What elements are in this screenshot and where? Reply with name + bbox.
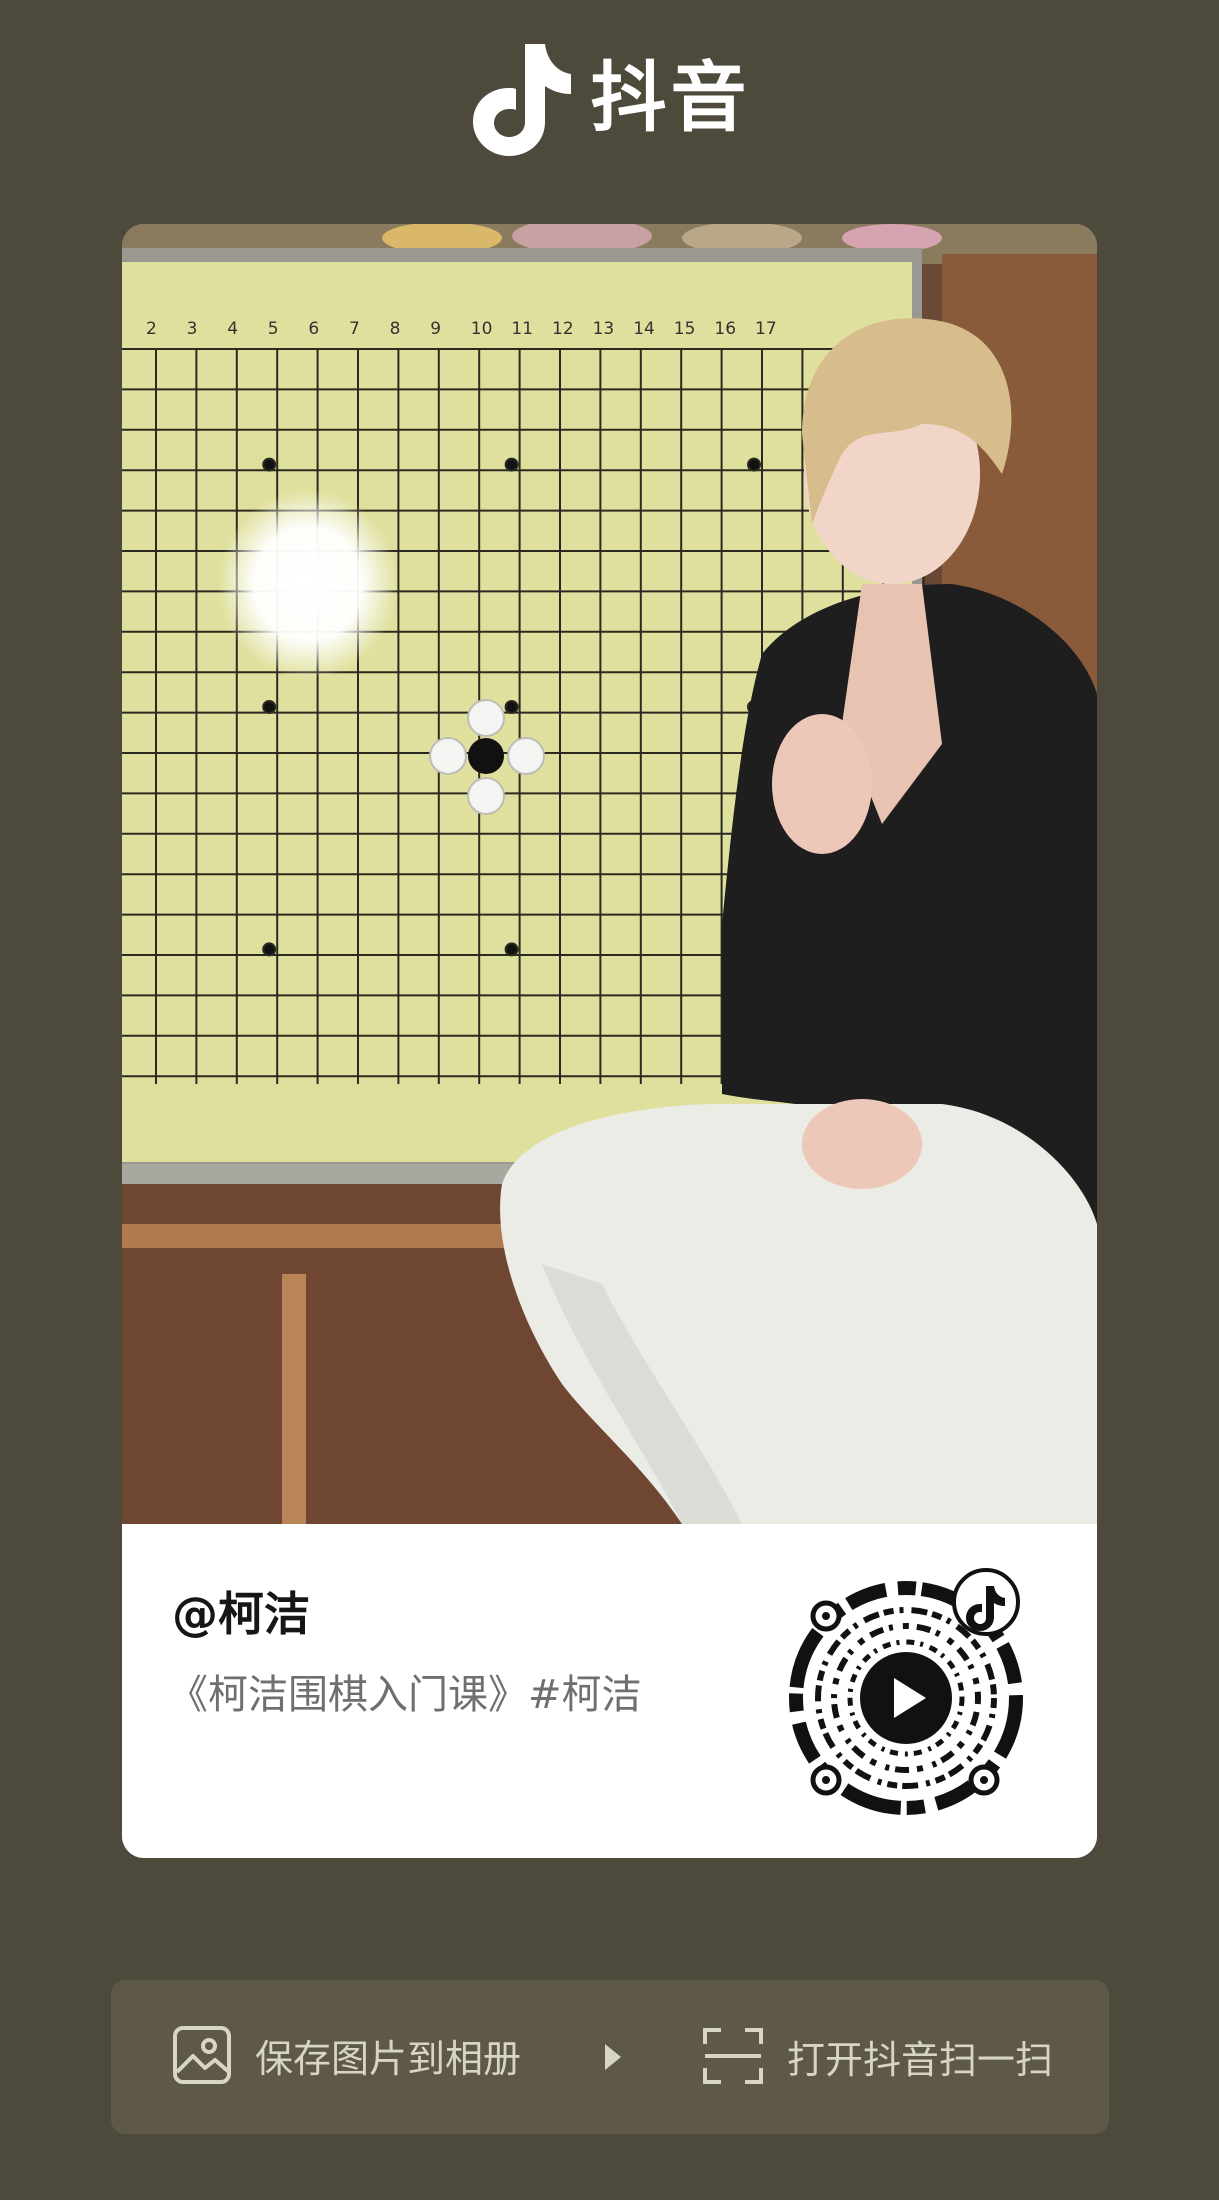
board-number: 5 (268, 319, 279, 339)
board-number: 16 (714, 319, 736, 339)
douyin-qr-code-icon[interactable] (786, 1568, 1036, 1818)
board-number: 11 (511, 319, 533, 339)
image-icon (173, 2026, 231, 2084)
board-number: 12 (552, 319, 574, 339)
brand-name: 抖音 (590, 53, 751, 142)
board-number: 13 (593, 319, 615, 339)
douyin-brand: 抖音 (0, 38, 1219, 158)
save-label: 保存图片到相册 (255, 2036, 522, 2081)
action-bar: 保存图片到相册 打开抖音扫一扫 (111, 1980, 1109, 2134)
save-to-album-button[interactable]: 保存图片到相册 (171, 2024, 521, 2086)
board-number: 17 (755, 319, 777, 339)
author-name[interactable]: @柯洁 (172, 1578, 310, 1644)
board-number: 3 (187, 319, 198, 339)
cover-photo: 2 3 4 5 6 7 8 9 10 11 12 13 14 15 16 17 (122, 224, 1097, 1524)
share-card[interactable]: 2 3 4 5 6 7 8 9 10 11 12 13 14 15 16 17 (122, 224, 1097, 1858)
board-number: 8 (390, 319, 401, 339)
board-number: 14 (633, 319, 655, 339)
scan-label: 打开抖音扫一扫 (787, 2037, 1054, 2082)
share-page: 抖音 2 3 4 5 6 7 8 9 10 11 12 13 14 15 16 17 (0, 0, 1219, 2200)
cover-illustration: 2 3 4 5 6 7 8 9 10 11 12 13 14 15 16 17 (122, 224, 1097, 1524)
board-number: 2 (146, 319, 157, 339)
video-description: 《柯洁围棋入门课》#柯洁 (168, 1672, 642, 1718)
douyin-note-icon (472, 44, 571, 156)
board-number: 9 (430, 319, 441, 339)
board-number: 4 (227, 319, 238, 339)
board-number: 6 (308, 319, 319, 339)
open-douyin-scan-button[interactable]: 打开抖音扫一扫 (701, 2024, 1053, 2088)
card-info: @柯洁 《柯洁围棋入门课》#柯洁 (122, 1524, 1097, 1858)
board-number: 7 (349, 319, 360, 339)
board-number: 10 (471, 319, 493, 339)
board-number: 15 (674, 319, 696, 339)
scan-icon (703, 2028, 763, 2084)
play-triangle-icon (605, 2044, 621, 2070)
